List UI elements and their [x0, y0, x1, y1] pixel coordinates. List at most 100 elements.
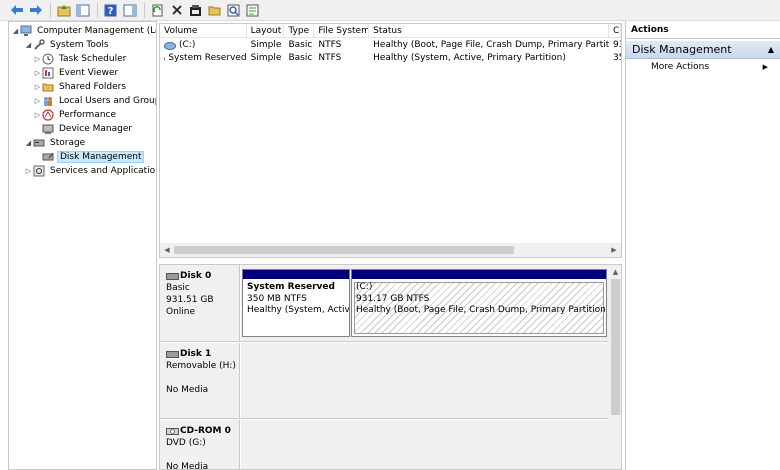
volume-cell: (C:)	[160, 39, 247, 52]
tree-item-system-tools[interactable]: ◢ System Tools	[24, 38, 111, 52]
disk-size: 931.51 GB	[166, 295, 214, 305]
column-header-file-system[interactable]: File System	[314, 24, 370, 38]
tree-item-label: Local Users and Groups	[59, 96, 157, 106]
fs-cell: NTFS	[318, 40, 342, 50]
tree-item-event-viewer[interactable]: ▷ Event Viewer	[33, 66, 120, 80]
svg-text:?: ?	[108, 6, 114, 17]
partition-band	[352, 270, 606, 279]
tree-item-label: Disk Management	[57, 151, 145, 163]
partition-band	[243, 270, 349, 279]
storage-icon	[33, 137, 45, 149]
scrollbar-thumb[interactable]	[174, 246, 514, 254]
collapse-arrow-icon[interactable]: ◢	[24, 41, 33, 49]
properties-icon[interactable]	[187, 2, 204, 19]
column-header-volume[interactable]: Volume	[160, 24, 247, 38]
volume-row[interactable]: System Reserved Simple Basic NTFS Health…	[160, 52, 621, 65]
disk-partition-area	[241, 420, 609, 469]
column-header-status[interactable]: Status	[369, 24, 610, 38]
tree-item-label: Task Scheduler	[59, 54, 127, 64]
disk-label[interactable]: Disk 0 Basic 931.51 GB Online	[160, 265, 240, 341]
column-header-type[interactable]: Type	[284, 24, 315, 38]
column-header-capacity[interactable]: C	[609, 24, 621, 38]
expand-arrow-icon[interactable]: ▷	[24, 167, 33, 175]
event-viewer-icon	[42, 67, 54, 79]
volume-icon	[164, 55, 166, 62]
scroll-left-icon[interactable]: ◀	[160, 243, 174, 257]
more-actions-item[interactable]: More Actions ▶	[626, 59, 780, 75]
disk-management-icon	[42, 151, 54, 163]
collapse-arrow-icon[interactable]: ◢	[24, 139, 33, 147]
scroll-up-icon[interactable]: ▲	[609, 265, 621, 279]
volume-list-header: Volume Layout Type File System Status C	[160, 24, 621, 38]
tree-item-storage[interactable]: ◢ Storage	[24, 136, 87, 150]
partition-size: 350 MB NTFS	[247, 293, 307, 304]
export-icon[interactable]	[244, 2, 261, 19]
disk-state: Online	[166, 307, 196, 317]
hard-disk-icon	[166, 350, 179, 358]
back-icon[interactable]	[8, 2, 25, 19]
disk-row-disk-0[interactable]: Disk 0 Basic 931.51 GB Online System Res…	[160, 265, 609, 342]
refresh-icon[interactable]	[149, 2, 166, 19]
disk-label[interactable]: CD-ROM 0 DVD (G:) No Media	[160, 420, 240, 469]
forward-icon[interactable]	[27, 2, 44, 19]
expand-arrow-icon[interactable]: ▷	[33, 55, 42, 63]
more-actions-label: More Actions	[651, 62, 710, 72]
volume-row[interactable]: (C:) Simple Basic NTFS Healthy (Boot, Pa…	[160, 39, 621, 52]
tree-item-task-scheduler[interactable]: ▷ Task Scheduler	[33, 52, 128, 66]
collapse-caret-icon[interactable]: ▲	[768, 41, 774, 59]
tree-item-shared-folders[interactable]: ▷ Shared Folders	[33, 80, 128, 94]
horizontal-scrollbar[interactable]: ◀ ▶	[160, 243, 621, 257]
expand-arrow-icon[interactable]: ▷	[33, 111, 42, 119]
tree-item-performance[interactable]: ▷ Performance	[33, 108, 118, 122]
disk-row-cdrom-0[interactable]: CD-ROM 0 DVD (G:) No Media	[160, 420, 609, 469]
disk-partition-area	[241, 343, 609, 418]
partition-title: System Reserved	[247, 282, 335, 292]
tree-item-services-and-applications[interactable]: ▷ Services and Applications	[24, 164, 156, 178]
tree-item-disk-management[interactable]: Disk Management	[33, 150, 145, 164]
volume-icon	[164, 41, 176, 50]
expand-arrow-icon[interactable]: ▷	[33, 69, 42, 77]
scrollbar-thumb[interactable]	[611, 279, 620, 415]
device-manager-icon	[42, 123, 54, 135]
disk-size	[166, 372, 239, 384]
show-hide-tree-icon[interactable]	[74, 2, 91, 19]
layout-cell: Simple	[250, 40, 282, 50]
disk-name: Disk 1	[180, 349, 212, 359]
actions-section-disk-management[interactable]: Disk Management ▲	[626, 41, 780, 59]
show-hide-action-icon[interactable]	[121, 2, 138, 19]
partition-system-reserved[interactable]: System Reserved 350 MB NTFS Healthy (Sys…	[242, 269, 350, 337]
scroll-right-icon[interactable]: ▶	[607, 243, 621, 257]
partition-status: Healthy (System, Active	[247, 305, 349, 315]
up-folder-icon[interactable]	[55, 2, 72, 19]
disk-row-disk-1[interactable]: Disk 1 Removable (H:) No Media	[160, 343, 609, 419]
open-icon[interactable]	[206, 2, 223, 19]
disk-state: No Media	[166, 385, 209, 395]
disk-partition-area: System Reserved 350 MB NTFS Healthy (Sys…	[241, 265, 609, 341]
tree-item-device-manager[interactable]: Device Manager	[33, 122, 134, 136]
expand-arrow-icon[interactable]: ▷	[33, 83, 42, 91]
disk-label[interactable]: Disk 1 Removable (H:) No Media	[160, 343, 240, 418]
tree-item-label: Event Viewer	[59, 68, 119, 78]
volume-name: (C:)	[179, 40, 196, 50]
tree-item-computer-management-local[interactable]: ◢ Computer Management (Local	[11, 24, 156, 38]
tree-item-local-users-and-groups[interactable]: ▷ Local Users and Groups	[33, 94, 157, 108]
tree-item-label: System Tools	[50, 40, 109, 50]
layout-cell: Simple	[250, 53, 282, 63]
delete-icon[interactable]	[168, 2, 185, 19]
rescan-icon[interactable]	[225, 2, 242, 19]
collapse-arrow-icon[interactable]: ◢	[11, 27, 20, 35]
vertical-scrollbar[interactable]: ▲	[609, 265, 621, 469]
status-cell: Healthy (System, Active, Primary Partiti…	[373, 53, 566, 63]
partition-size: 931.17 GB NTFS	[356, 293, 430, 304]
disk-size	[166, 449, 239, 461]
help-icon[interactable]: ?	[102, 2, 119, 19]
partition-c[interactable]: (C:) 931.17 GB NTFS Healthy (Boot, Page …	[351, 269, 607, 337]
disk-graphical-view: Disk 0 Basic 931.51 GB Online System Res…	[159, 264, 622, 470]
column-header-layout[interactable]: Layout	[247, 24, 285, 38]
type-cell: Basic	[288, 53, 313, 63]
expand-arrow-icon[interactable]: ▷	[33, 97, 42, 105]
actions-pane: Actions Disk Management ▲ More Actions ▶	[625, 21, 780, 470]
capacity-cell: 93	[613, 40, 621, 50]
toolbar-separator	[97, 2, 98, 18]
shared-folder-icon	[42, 81, 54, 93]
